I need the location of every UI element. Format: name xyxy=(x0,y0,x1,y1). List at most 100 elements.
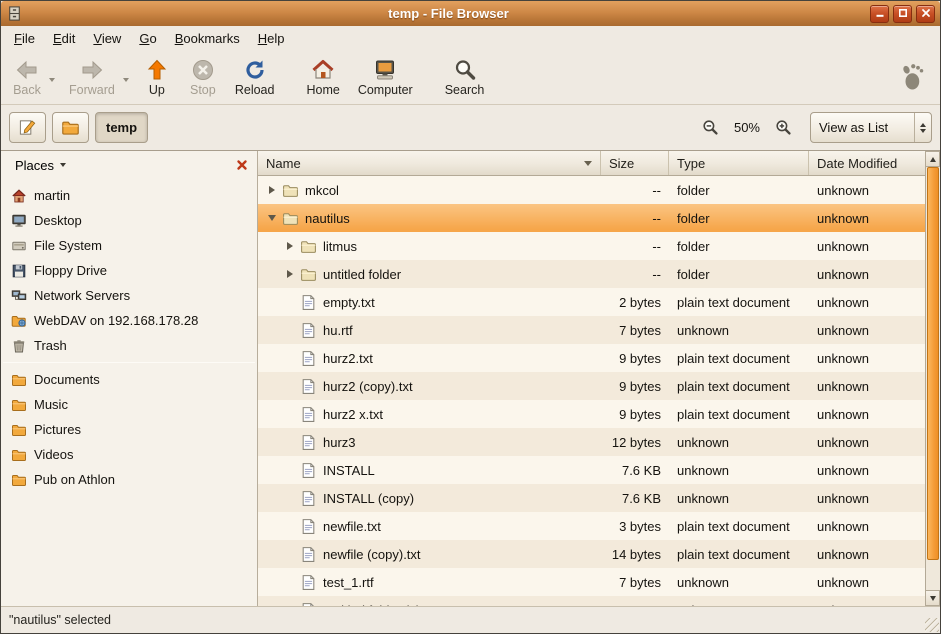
bookmark-folder-icon xyxy=(11,397,27,413)
zoom-in-button[interactable] xyxy=(772,117,794,139)
close-button[interactable] xyxy=(916,5,935,23)
name-cell: hu.rtf xyxy=(258,322,601,339)
sidebar-item-trash[interactable]: Trash xyxy=(1,333,257,358)
file-row-untitled-folder[interactable]: untitled folder--folderunknown xyxy=(258,260,925,288)
forward-arrow-icon xyxy=(80,58,104,82)
edit-location-button[interactable] xyxy=(9,112,46,143)
places-header: Places xyxy=(1,151,257,179)
file-row-install-copy[interactable]: INSTALL (copy)7.6 KBunknownunknown xyxy=(258,484,925,512)
network-icon xyxy=(11,288,27,304)
sidebar-item-documents[interactable]: Documents xyxy=(1,367,257,392)
scrollbar-thumb[interactable] xyxy=(927,167,939,560)
file-row-empty-txt[interactable]: empty.txt2 bytesplain text documentunkno… xyxy=(258,288,925,316)
menu-view[interactable]: View xyxy=(84,28,130,49)
sidebar-item-floppy-drive[interactable]: Floppy Drive xyxy=(1,258,257,283)
reload-button[interactable]: Reload xyxy=(229,55,281,100)
file-row-hurz2-x-txt[interactable]: hurz2 x.txt9 bytesplain text documentunk… xyxy=(258,400,925,428)
home-button[interactable]: Home xyxy=(300,55,345,100)
file-list-view: NameSizeTypeDate Modified mkcol--folderu… xyxy=(258,151,925,606)
places-selector[interactable]: Places xyxy=(9,155,72,176)
date-cell: unknown xyxy=(809,295,925,310)
vertical-scrollbar[interactable] xyxy=(925,151,940,606)
scroll-down-button[interactable] xyxy=(926,590,940,606)
name-cell: hurz2 x.txt xyxy=(258,406,601,423)
date-cell: unknown xyxy=(809,435,925,450)
search-icon xyxy=(453,58,477,82)
sidebar-item-pub-on-athlon[interactable]: Pub on Athlon xyxy=(1,467,257,492)
name-cell: hurz2.txt xyxy=(258,350,601,367)
name-cell: empty.txt xyxy=(258,294,601,311)
expander-collapsed-icon[interactable] xyxy=(264,186,280,194)
sidebar-item-music[interactable]: Music xyxy=(1,392,257,417)
size-cell: 9 bytes xyxy=(601,379,669,394)
menu-help[interactable]: Help xyxy=(249,28,294,49)
menu-file[interactable]: File xyxy=(5,28,44,49)
column-header-row: NameSizeTypeDate Modified xyxy=(258,151,925,176)
view-as-combo[interactable]: View as List xyxy=(810,112,932,143)
close-icon xyxy=(921,6,931,21)
sidebar-item-desktop[interactable]: Desktop xyxy=(1,208,257,233)
sidebar-item-network-servers[interactable]: Network Servers xyxy=(1,283,257,308)
zoom-out-button[interactable] xyxy=(700,117,722,139)
date-cell: unknown xyxy=(809,239,925,254)
file-row-nautilus[interactable]: nautilus--folderunknown xyxy=(258,204,925,232)
expander-collapsed-icon[interactable] xyxy=(282,270,298,278)
sidebar-item-videos[interactable]: Videos xyxy=(1,442,257,467)
file-row-hurz2-txt[interactable]: hurz2.txt9 bytesplain text documentunkno… xyxy=(258,344,925,372)
search-button[interactable]: Search xyxy=(439,55,491,100)
titlebar[interactable]: temp - File Browser xyxy=(1,1,940,26)
type-cell: plain text document xyxy=(669,295,809,310)
date-cell: unknown xyxy=(809,379,925,394)
file-row-newfile-txt[interactable]: newfile.txt3 bytesplain text documentunk… xyxy=(258,512,925,540)
text-file-icon xyxy=(300,490,317,507)
size-cell: 7 bytes xyxy=(601,323,669,338)
stop-button: Stop xyxy=(183,55,223,100)
size-cell: -- xyxy=(601,183,669,198)
file-row-mkcol[interactable]: mkcol--folderunknown xyxy=(258,176,925,204)
file-row-newfile-copy-txt[interactable]: newfile (copy).txt14 bytesplain text doc… xyxy=(258,540,925,568)
expander-expanded-icon[interactable] xyxy=(264,215,280,221)
minimize-button[interactable] xyxy=(870,5,889,23)
scroll-up-button[interactable] xyxy=(926,151,940,167)
up-button[interactable]: Up xyxy=(137,55,177,100)
resize-grip[interactable] xyxy=(925,618,939,632)
sidebar-item-file-system[interactable]: File System xyxy=(1,233,257,258)
file-row-untitled-folder-2[interactable]: untitled folder (2)1.7 KBunknownunknown xyxy=(258,596,925,606)
name-cell: INSTALL (copy) xyxy=(258,490,601,507)
sidebar-item-martin[interactable]: martin xyxy=(1,183,257,208)
column-header-name[interactable]: Name xyxy=(258,151,601,175)
column-header-size[interactable]: Size xyxy=(601,151,669,175)
sidebar-item-pictures[interactable]: Pictures xyxy=(1,417,257,442)
file-row-hurz2-copy-txt[interactable]: hurz2 (copy).txt9 bytesplain text docume… xyxy=(258,372,925,400)
sidebar-close-button[interactable] xyxy=(233,156,251,174)
size-cell: 14 bytes xyxy=(601,547,669,562)
file-row-hu-rtf[interactable]: hu.rtf7 bytesunknownunknown xyxy=(258,316,925,344)
size-cell: 9 bytes xyxy=(601,351,669,366)
computer-button[interactable]: Computer xyxy=(352,55,419,100)
path-current-button[interactable]: temp xyxy=(95,112,148,143)
scrollbar-track[interactable] xyxy=(926,167,940,590)
file-row-install[interactable]: INSTALL7.6 KBunknownunknown xyxy=(258,456,925,484)
file-row-litmus[interactable]: litmus--folderunknown xyxy=(258,232,925,260)
webdav-icon xyxy=(11,313,27,329)
expander-collapsed-icon[interactable] xyxy=(282,242,298,250)
type-cell: unknown xyxy=(669,491,809,506)
menu-bookmarks[interactable]: Bookmarks xyxy=(166,28,249,49)
sidebar-item-webdav-on-192-168-178-28[interactable]: WebDAV on 192.168.178.28 xyxy=(1,308,257,333)
menu-edit[interactable]: Edit xyxy=(44,28,84,49)
file-row-hurz3[interactable]: hurz312 bytesunknownunknown xyxy=(258,428,925,456)
column-header-type[interactable]: Type xyxy=(669,151,809,175)
window-controls xyxy=(870,5,935,23)
type-cell: folder xyxy=(669,239,809,254)
file-row-test-1-rtf[interactable]: test_1.rtf7 bytesunknownunknown xyxy=(258,568,925,596)
maximize-button[interactable] xyxy=(893,5,912,23)
text-file-icon xyxy=(300,462,317,479)
path-root-button[interactable] xyxy=(52,112,89,143)
places-sidebar: Places martinDesktopFile SystemFloppy Dr… xyxy=(1,151,258,606)
places-list: martinDesktopFile SystemFloppy DriveNetw… xyxy=(1,179,257,492)
column-header-date-modified[interactable]: Date Modified xyxy=(809,151,925,175)
name-cell: untitled folder xyxy=(258,266,601,283)
view-mode-label: View as List xyxy=(811,120,914,135)
date-cell: unknown xyxy=(809,267,925,282)
menu-go[interactable]: Go xyxy=(130,28,165,49)
